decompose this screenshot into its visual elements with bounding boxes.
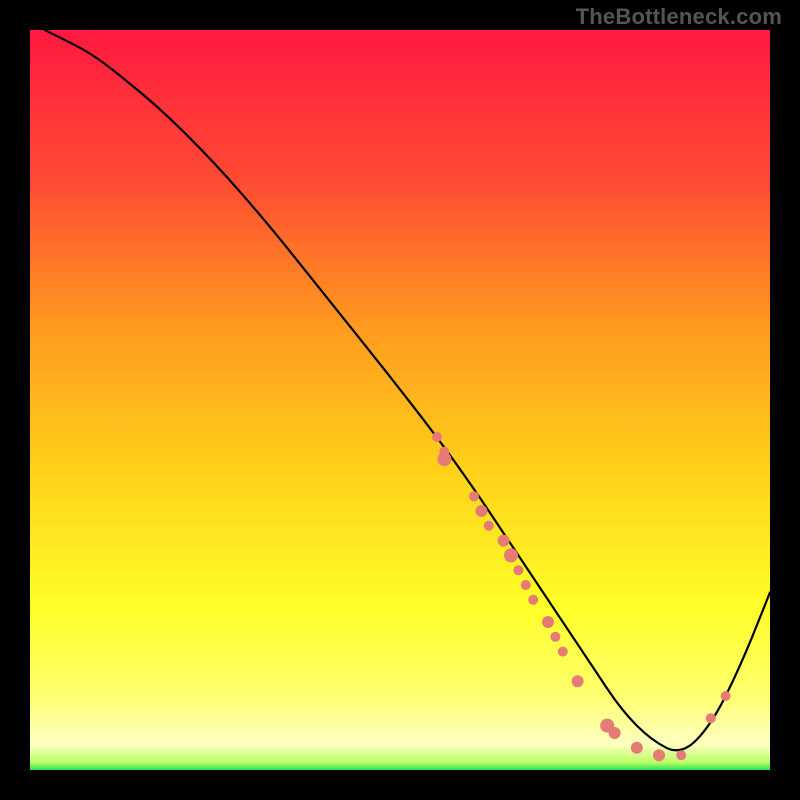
data-marker	[469, 491, 479, 501]
data-marker	[528, 595, 538, 605]
watermark-text: TheBottleneck.com	[576, 4, 782, 30]
data-marker	[521, 580, 531, 590]
data-marker	[653, 749, 665, 761]
data-marker	[721, 691, 731, 701]
data-marker	[676, 750, 686, 760]
data-marker	[513, 565, 523, 575]
data-marker	[609, 727, 621, 739]
data-marker	[550, 632, 560, 642]
data-marker	[631, 742, 643, 754]
data-marker	[558, 647, 568, 657]
data-marker	[498, 535, 510, 547]
data-marker	[542, 616, 554, 628]
bottleneck-curve	[45, 30, 770, 750]
data-marker	[572, 675, 584, 687]
data-marker	[706, 713, 716, 723]
data-marker	[432, 432, 442, 442]
data-marker	[504, 548, 518, 562]
chart-svg	[30, 30, 770, 770]
chart-frame: TheBottleneck.com	[0, 0, 800, 800]
data-marker	[484, 521, 494, 531]
marker-layer	[432, 432, 731, 761]
plot-area	[30, 30, 770, 770]
data-marker	[437, 452, 451, 466]
data-marker	[475, 505, 487, 517]
